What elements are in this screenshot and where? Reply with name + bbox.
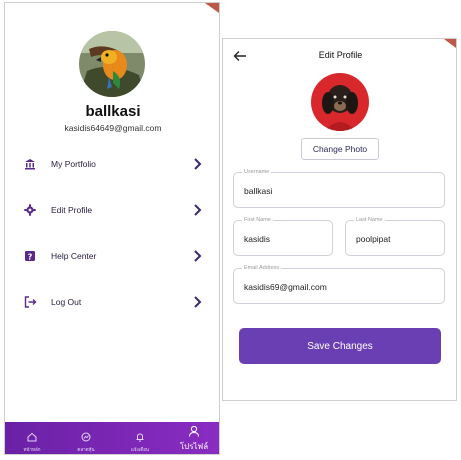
- field-label: First Name: [242, 217, 273, 223]
- chevron-right-icon: [193, 249, 203, 263]
- last-name-field[interactable]: Last Name poolpipat: [345, 217, 445, 256]
- chevron-right-icon: [193, 203, 203, 217]
- menu-item-label: Edit Profile: [51, 205, 93, 215]
- menu-item-label: Help Center: [51, 251, 97, 261]
- field-value: ballkasi: [244, 186, 273, 196]
- field-value: poolpipat: [356, 234, 391, 244]
- help-icon: ?: [23, 249, 37, 263]
- nav-label: โปรไฟล์: [179, 442, 209, 451]
- chevron-right-icon: [193, 157, 203, 171]
- email-field[interactable]: Email Address kasidis69@gmail.com: [233, 265, 445, 304]
- profile-username: ballkasi: [85, 103, 141, 120]
- avatar[interactable]: [311, 73, 369, 131]
- bottom-nav: หน้าหลัก ตลาดหุ้น แจ้งเตือน โปรไฟล์: [5, 422, 219, 454]
- home-icon: [25, 430, 39, 444]
- person-icon: [187, 424, 201, 438]
- menu-item-log-out[interactable]: Log Out: [23, 291, 203, 313]
- nav-item-home[interactable]: หน้าหลัก: [5, 422, 59, 454]
- field-value: kasidis69@gmail.com: [244, 282, 327, 292]
- edit-profile-screen: Edit Profile Change Photo Username ballk…: [222, 38, 457, 401]
- market-icon: [79, 430, 93, 444]
- profile-screen: ballkasi kasidis64649@gmail.com My Portf…: [4, 2, 220, 455]
- menu-item-label: Log Out: [51, 297, 82, 307]
- corner-flag: [205, 3, 219, 13]
- dog-photo: [311, 73, 369, 131]
- field-label: Username: [242, 169, 272, 175]
- username-field[interactable]: Username ballkasi: [233, 169, 445, 208]
- corner-flag: [444, 39, 456, 48]
- save-changes-button[interactable]: Save Changes: [239, 328, 441, 364]
- gear-icon: [23, 203, 37, 217]
- menu-item-my-portfolio[interactable]: My Portfolio: [23, 153, 203, 175]
- profile-email: kasidis64649@gmail.com: [64, 123, 162, 133]
- bank-icon: [23, 157, 37, 171]
- field-value: kasidis: [244, 234, 270, 244]
- change-photo-button[interactable]: Change Photo: [301, 138, 379, 160]
- menu-item-help-center[interactable]: ? Help Center: [23, 245, 203, 267]
- bell-icon: [133, 430, 147, 444]
- nav-item-profile[interactable]: โปรไฟล์: [167, 422, 219, 454]
- parrot-photo: [79, 31, 145, 97]
- logout-icon: [23, 295, 37, 309]
- chevron-right-icon: [193, 295, 203, 309]
- nav-item-notifications[interactable]: แจ้งเตือน: [113, 422, 167, 454]
- page-title: Edit Profile: [318, 50, 363, 60]
- nav-label: แจ้งเตือน: [131, 447, 149, 452]
- nav-item-market[interactable]: ตลาดหุ้น: [59, 422, 113, 454]
- nav-label: หน้าหลัก: [23, 447, 41, 452]
- first-name-field[interactable]: First Name kasidis: [233, 217, 333, 256]
- field-label: Email Address: [242, 265, 282, 271]
- nav-label: ตลาดหุ้น: [77, 447, 95, 452]
- avatar[interactable]: [79, 31, 145, 97]
- menu-item-label: My Portfolio: [51, 159, 96, 169]
- menu-item-edit-profile[interactable]: Edit Profile: [23, 199, 203, 221]
- svg-text:?: ?: [28, 252, 33, 261]
- field-label: Last Name: [354, 217, 385, 223]
